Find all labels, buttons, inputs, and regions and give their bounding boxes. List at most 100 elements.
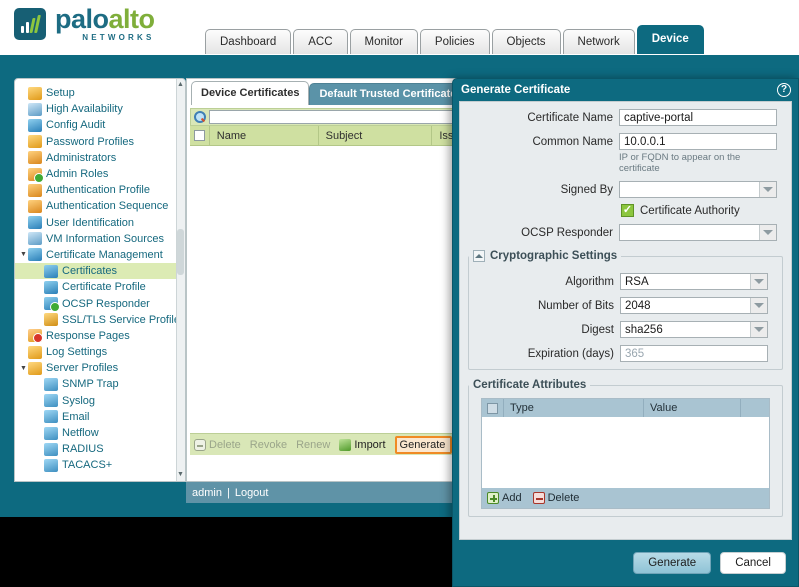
revoke-button-label: Revoke [249, 438, 288, 451]
tab-acc[interactable]: ACC [293, 29, 348, 54]
scroll-down-icon[interactable]: ▼ [177, 471, 184, 479]
expiration-days-input[interactable]: 365 [620, 345, 768, 362]
sidebar-item-label: Certificates [62, 265, 118, 278]
chevron-down-icon[interactable] [750, 274, 767, 289]
common-name-hint: IP or FQDN to appear on the certificate [619, 152, 741, 174]
sidebar-item-ssl-tls-service-profile[interactable]: SSL/TLS Service Profile [15, 312, 185, 328]
sidebar-item-label: Authentication Sequence [46, 200, 169, 213]
sidebar-item-email[interactable]: Email [15, 409, 185, 425]
sidebar-scrollbar[interactable]: ▲ ▼ [176, 79, 185, 481]
attributes-add-button[interactable]: Add [487, 492, 522, 504]
attributes-select-all-checkbox[interactable] [482, 399, 504, 417]
generate-button[interactable]: Generate [394, 435, 453, 454]
certificate-attributes-table: Type Value Add Delete [481, 398, 770, 509]
sidebar-item-netflow[interactable]: Netflow [15, 425, 185, 441]
help-icon[interactable]: ? [777, 83, 791, 97]
tab-objects[interactable]: Objects [491, 29, 561, 54]
sidebar-item-vm-information-sources[interactable]: VM Information Sources [15, 231, 185, 247]
certificate-attributes-legend: Certificate Attributes [473, 379, 587, 391]
sidebar-item-label: Authentication Profile [46, 184, 150, 197]
signed-by-select[interactable] [619, 181, 777, 198]
sidebar-item-response-pages[interactable]: Response Pages [15, 328, 185, 344]
delete-button[interactable]: Delete [194, 438, 241, 451]
sidebar-item-label: User Identification [46, 216, 135, 229]
collapse-icon[interactable] [473, 250, 485, 262]
sidebar-item-admin-roles[interactable]: Admin Roles [15, 166, 185, 183]
sidebar-item-label: Password Profiles [46, 135, 135, 148]
attributes-column-type[interactable]: Type [504, 399, 644, 417]
server-profiles-icon [28, 361, 42, 375]
column-header-name[interactable]: Name [210, 125, 319, 146]
sidebar-item-server-profiles[interactable]: ▼ Server Profiles [15, 360, 185, 376]
current-user-label: admin [192, 486, 222, 499]
common-name-input[interactable]: 10.0.0.1 [619, 133, 777, 150]
generate-certificate-dialog: Generate Certificate ? Certificate Name … [452, 78, 799, 587]
logout-link[interactable]: Logout [235, 487, 269, 499]
import-button[interactable]: Import [339, 438, 386, 451]
common-name-label: Common Name [532, 135, 613, 148]
sidebar-item-radius[interactable]: RADIUS [15, 441, 185, 457]
sidebar-item-authentication-profile[interactable]: Authentication Profile [15, 182, 185, 198]
attributes-delete-button[interactable]: Delete [532, 492, 579, 504]
digest-select[interactable]: sha256 [620, 321, 768, 338]
select-all-checkbox[interactable] [190, 125, 210, 146]
sidebar-item-syslog[interactable]: Syslog [15, 393, 185, 409]
sidebar-item-label: Netflow [62, 427, 99, 440]
column-header-subject[interactable]: Subject [319, 125, 433, 146]
sidebar-item-snmp-trap[interactable]: SNMP Trap [15, 376, 185, 392]
sidebar-item-label: Server Profiles [46, 362, 119, 375]
sidebar-scroll-thumb[interactable] [177, 229, 184, 275]
dialog-generate-button[interactable]: Generate [633, 552, 712, 574]
chevron-down-icon[interactable] [750, 322, 767, 337]
chevron-down-icon[interactable] [759, 182, 776, 197]
sidebar-item-authentication-sequence[interactable]: Authentication Sequence [15, 198, 185, 214]
sidebar-item-high-availability[interactable]: High Availability [15, 101, 185, 117]
chevron-down-icon[interactable] [759, 225, 776, 240]
sidebar-item-user-identification[interactable]: User Identification [15, 215, 185, 231]
ocsp-responder-select[interactable] [619, 224, 777, 241]
tab-network[interactable]: Network [562, 29, 635, 54]
sidebar-item-password-profiles[interactable]: Password Profiles [15, 134, 185, 150]
import-button-label: Import [354, 438, 386, 451]
bar-chart-logo-icon [14, 8, 46, 40]
sidebar-item-config-audit[interactable]: Config Audit [15, 117, 185, 133]
status-separator: | [226, 486, 230, 499]
sidebar-item-tacacs[interactable]: TACACS+ [15, 457, 185, 473]
sidebar-item-certificate-management[interactable]: ▼ Certificate Management [15, 247, 185, 263]
search-input[interactable] [209, 110, 468, 124]
user-identification-icon [28, 216, 42, 230]
certificate-authority-row[interactable]: ✓ Certificate Authority [621, 204, 791, 217]
search-icon [194, 111, 206, 123]
certificate-name-label: Certificate Name [527, 111, 613, 124]
sidebar-item-setup[interactable]: Setup [15, 85, 185, 101]
expand-collapse-icon[interactable]: ▼ [19, 251, 28, 258]
tab-policies[interactable]: Policies [419, 29, 490, 54]
digest-label: Digest [581, 323, 614, 336]
revoke-button[interactable]: Revoke [250, 439, 287, 451]
sidebar-item-log-settings[interactable]: Log Settings [15, 344, 185, 360]
dialog-cancel-button[interactable]: Cancel [720, 552, 786, 574]
ocsp-responder-icon [44, 297, 60, 313]
certificate-authority-checkbox[interactable]: ✓ [621, 204, 634, 217]
chevron-down-icon[interactable] [750, 298, 767, 313]
sidebar-item-ocsp-responder[interactable]: OCSP Responder [15, 295, 185, 313]
number-of-bits-select[interactable]: 2048 [620, 297, 768, 314]
tab-device-certificates[interactable]: Device Certificates [191, 81, 310, 105]
tab-dashboard[interactable]: Dashboard [205, 29, 292, 54]
sidebar-item-certificates[interactable]: Certificates [15, 263, 185, 280]
renew-button[interactable]: Renew [296, 439, 330, 451]
setup-icon [28, 86, 42, 100]
number-of-bits-row: Number of Bits 2048 [473, 297, 768, 314]
cryptographic-settings-legend: Cryptographic Settings [469, 250, 621, 262]
certificates-table-body [190, 146, 472, 404]
sidebar-item-certificate-profile[interactable]: Certificate Profile [15, 279, 185, 295]
certificate-name-input[interactable]: captive-portal [619, 109, 777, 126]
sidebar-item-administrators[interactable]: Administrators [15, 150, 185, 166]
algorithm-select[interactable]: RSA [620, 273, 768, 290]
tab-device[interactable]: Device [636, 25, 704, 54]
expand-collapse-icon[interactable]: ▼ [19, 365, 28, 372]
sidebar-navigation-tree[interactable]: Setup High Availability Config Audit Passwo… [14, 78, 186, 482]
attributes-column-value[interactable]: Value [644, 399, 741, 417]
scroll-up-icon[interactable]: ▲ [177, 81, 184, 89]
tab-monitor[interactable]: Monitor [349, 29, 418, 54]
